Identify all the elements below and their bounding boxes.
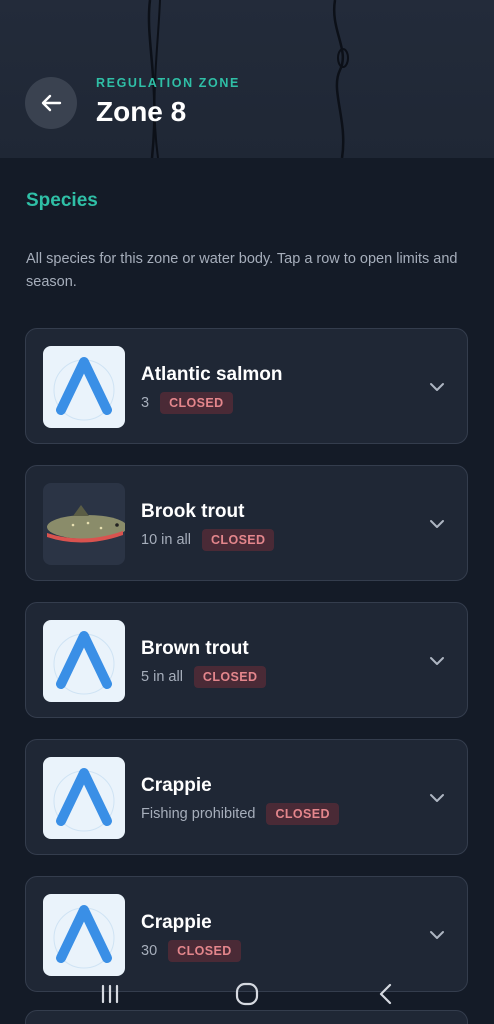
species-limit: 5 in all — [141, 669, 183, 685]
species-thumbnail — [43, 620, 125, 702]
app-logo-icon — [53, 768, 115, 832]
app-logo-icon — [53, 357, 115, 421]
back-icon[interactable] — [375, 982, 397, 1006]
species-limit: Fishing prohibited — [141, 806, 256, 822]
species-name: Brook trout — [141, 501, 245, 522]
status-badge: CLOSED — [193, 666, 267, 688]
chevron-down-icon[interactable] — [429, 379, 445, 395]
species-thumbnail — [43, 894, 125, 976]
section-description: All species for this zone or water body.… — [26, 251, 458, 290]
page-title: Zone 8 — [96, 96, 187, 127]
home-icon[interactable] — [234, 982, 260, 1006]
species-name: Crappie — [141, 775, 212, 796]
species-name: Crappie — [141, 912, 212, 933]
species-meta: 10 in all CLOSED — [141, 529, 275, 551]
status-badge: CLOSED — [266, 803, 339, 825]
species-thumbnail — [43, 483, 125, 565]
species-thumbnail — [43, 757, 125, 839]
brook-trout-image — [47, 505, 125, 543]
header: REGULATION ZONE Zone 8 — [0, 0, 494, 158]
species-meta: 3 CLOSED — [141, 392, 233, 414]
background-rope-decoration — [147, 0, 349, 158]
species-row[interactable]: Crappie Fishing prohibited CLOSED — [25, 739, 468, 855]
chevron-down-icon[interactable] — [429, 927, 445, 943]
species-row[interactable]: Brook trout 10 in all CLOSED — [25, 465, 468, 581]
species-row[interactable]: Brown trout 5 in all CLOSED — [25, 602, 468, 718]
section-title: Species — [26, 190, 98, 211]
status-badge: CLOSED — [168, 940, 241, 962]
chevron-down-icon[interactable] — [429, 516, 445, 532]
status-badge: CLOSED — [201, 529, 275, 551]
species-limit: 10 in all — [141, 532, 191, 548]
species-row[interactable]: Atlantic salmon 3 CLOSED — [25, 328, 468, 444]
app-logo-icon — [53, 905, 115, 969]
species-limit: 30 — [141, 943, 158, 959]
species-meta: Fishing prohibited CLOSED — [141, 803, 339, 825]
back-button[interactable] — [25, 77, 77, 129]
page-eyebrow: REGULATION ZONE — [96, 76, 240, 90]
species-meta: 30 CLOSED — [141, 940, 241, 962]
chevron-down-icon[interactable] — [429, 790, 445, 806]
species-limit: 3 — [141, 395, 150, 411]
app-logo-icon — [53, 631, 115, 695]
species-name: Atlantic salmon — [141, 364, 283, 385]
status-badge: CLOSED — [160, 392, 233, 414]
recents-icon[interactable] — [98, 982, 122, 1006]
species-meta: 5 in all CLOSED — [141, 666, 267, 688]
system-navigation-bar — [0, 972, 494, 1024]
species-name: Brown trout — [141, 638, 249, 659]
chevron-down-icon[interactable] — [429, 653, 445, 669]
species-thumbnail — [43, 346, 125, 428]
arrow-left-icon — [41, 94, 62, 112]
